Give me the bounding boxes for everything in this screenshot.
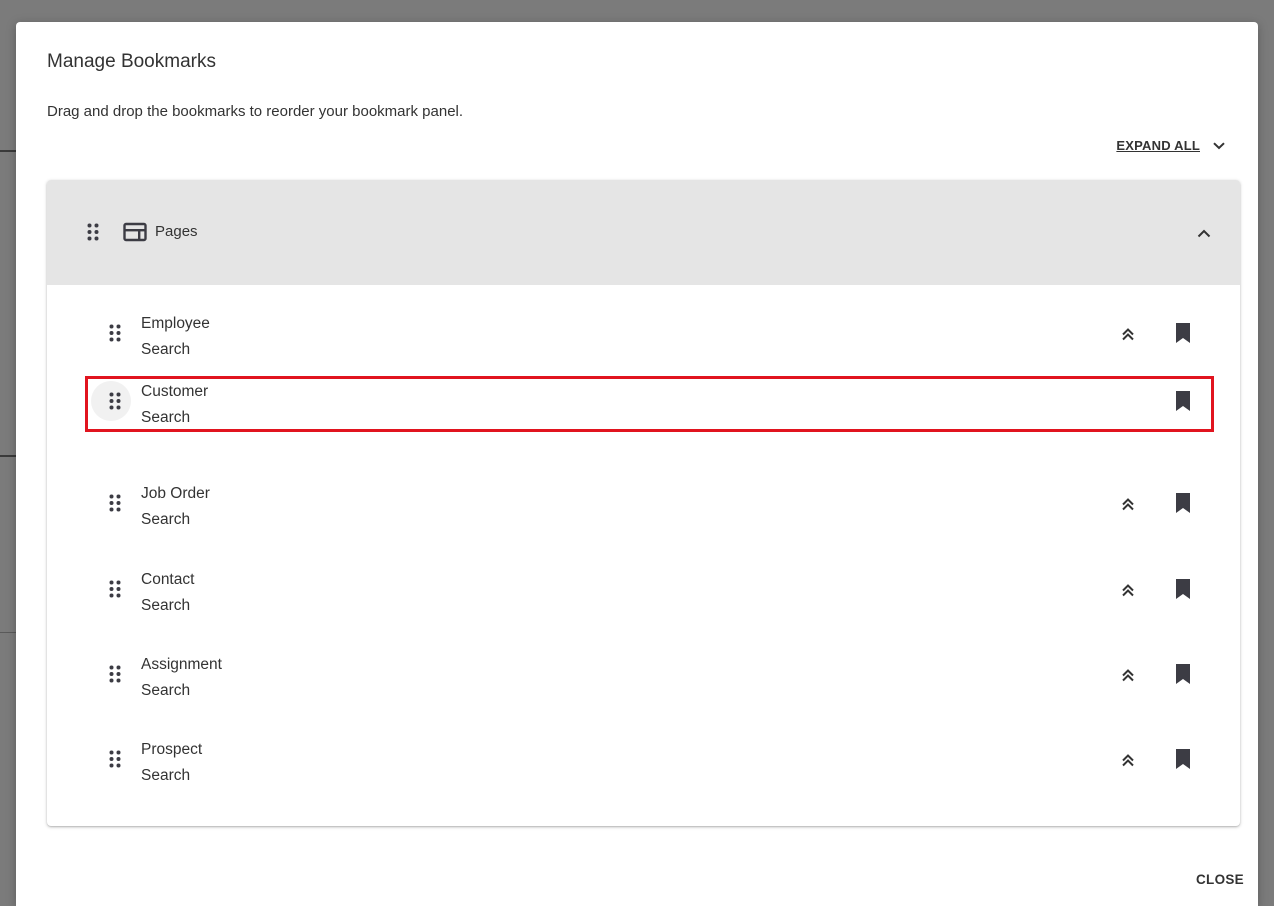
bookmark-row[interactable]: Customer Search	[47, 373, 1240, 433]
bookmark-icon[interactable]	[1171, 662, 1195, 686]
bookmark-label-line2: Search	[141, 511, 191, 528]
chevron-up-icon[interactable]	[1194, 223, 1214, 243]
bookmark-row[interactable]: Contact Search	[47, 561, 1240, 621]
drag-handle-icon[interactable]	[109, 580, 121, 603]
bookmark-label-line2: Search	[141, 341, 191, 358]
bookmark-label-line1: Prospect	[141, 741, 203, 758]
bookmark-label-line1: Assignment	[141, 656, 222, 673]
bookmark-label: Job Order Search	[141, 481, 210, 533]
bookmark-label: Prospect Search	[141, 737, 202, 789]
bookmark-label: Employee Search	[141, 311, 210, 363]
drag-handle-icon[interactable]	[109, 750, 121, 773]
bookmark-row[interactable]: Job Order Search	[47, 475, 1240, 535]
bookmark-icon[interactable]	[1171, 389, 1195, 413]
bookmark-row[interactable]: Assignment Search	[47, 646, 1240, 706]
bookmark-label-line1: Customer	[141, 383, 209, 400]
bookmark-label-line2: Search	[141, 682, 191, 699]
group-header[interactable]: Pages	[47, 180, 1240, 285]
dialog-title: Manage Bookmarks	[47, 51, 216, 72]
bookmark-label: Assignment Search	[141, 652, 222, 704]
background-divider	[0, 455, 16, 457]
bookmark-label-line2: Search	[141, 597, 191, 614]
drag-handle-icon[interactable]	[109, 494, 121, 517]
chevron-down-icon	[1212, 139, 1226, 153]
dialog-description: Drag and drop the bookmarks to reorder y…	[47, 103, 464, 120]
background-divider	[0, 150, 16, 152]
bookmark-label: Contact Search	[141, 567, 194, 619]
bookmark-icon[interactable]	[1171, 577, 1195, 601]
bookmark-label: Customer Search	[141, 379, 208, 431]
bookmark-label-line2: Search	[141, 767, 191, 784]
bookmark-icon[interactable]	[1171, 491, 1195, 515]
web-page-icon	[123, 222, 147, 247]
background-divider	[0, 632, 16, 633]
bookmark-group-panel: Pages Employee Search Customer Search Job Or…	[47, 180, 1240, 826]
drag-handle-icon[interactable]	[87, 223, 99, 246]
drag-handle-icon[interactable]	[109, 392, 121, 415]
bookmark-label-line1: Contact	[141, 571, 195, 588]
expand-all-label: EXPAND ALL	[1116, 138, 1200, 153]
move-to-top-icon[interactable]	[1117, 749, 1139, 771]
group-title: Pages	[155, 223, 198, 240]
bookmark-label-line2: Search	[141, 409, 191, 426]
move-to-top-icon[interactable]	[1117, 664, 1139, 686]
bookmark-icon[interactable]	[1171, 321, 1195, 345]
drag-handle-icon[interactable]	[109, 665, 121, 688]
bookmark-icon[interactable]	[1171, 747, 1195, 771]
manage-bookmarks-dialog: Manage Bookmarks Drag and drop the bookm…	[16, 22, 1258, 906]
expand-all-button[interactable]: EXPAND ALL	[1116, 138, 1226, 153]
move-to-top-icon[interactable]	[1117, 323, 1139, 345]
move-to-top-icon[interactable]	[1117, 579, 1139, 601]
close-button[interactable]: CLOSE	[1196, 872, 1244, 887]
bookmark-row[interactable]: Prospect Search	[47, 731, 1240, 791]
drag-handle-icon[interactable]	[109, 324, 121, 347]
move-to-top-icon[interactable]	[1117, 493, 1139, 515]
bookmark-row[interactable]: Employee Search	[47, 305, 1240, 365]
bookmark-label-line1: Employee	[141, 315, 210, 332]
bookmark-label-line1: Job Order	[141, 485, 210, 502]
